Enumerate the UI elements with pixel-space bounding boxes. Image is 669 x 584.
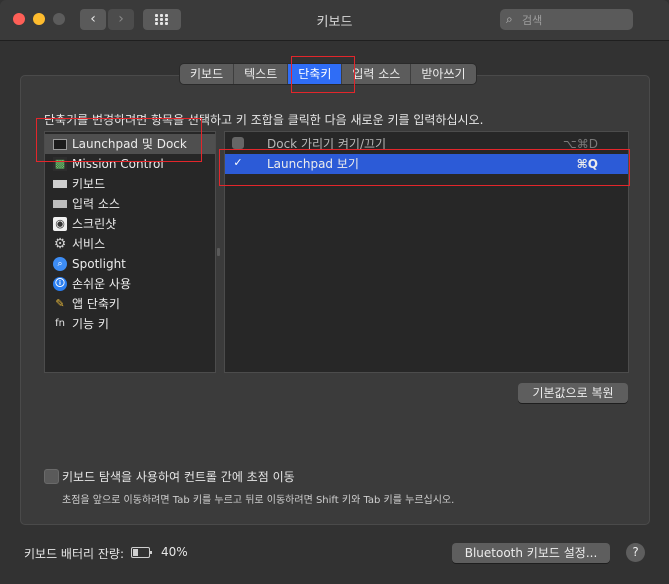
mission-control-icon: ▩: [53, 157, 67, 171]
category-accessibility[interactable]: 🛈 손쉬운 사용: [45, 274, 215, 294]
accessibility-icon: 🛈: [53, 277, 67, 291]
tab-bar: 키보드 텍스트 단축키 입력 소스 받아쓰기: [180, 64, 476, 84]
category-label: 앱 단축키: [72, 297, 120, 311]
category-label: 기능 키: [72, 317, 109, 331]
keyboard-icon: [53, 180, 67, 188]
battery-icon: [131, 547, 152, 558]
shortcut-row-launchpad[interactable]: ✓ Launchpad 보기 ⌘Q: [225, 154, 628, 174]
category-label: 스크린샷: [72, 217, 117, 231]
category-mission-control[interactable]: ▩ Mission Control: [45, 154, 215, 174]
function-key-icon: fn: [55, 318, 65, 329]
split-view-handle[interactable]: [217, 248, 220, 256]
screenshot-icon: ◉: [53, 217, 67, 231]
category-label: 키보드: [72, 177, 106, 191]
checkmark-icon[interactable]: ✓: [232, 157, 244, 169]
tab-shortcuts[interactable]: 단축키: [288, 64, 343, 84]
category-function-keys[interactable]: fn 기능 키: [45, 314, 215, 334]
battery-percent: 40%: [161, 545, 188, 559]
category-screenshots[interactable]: ◉ 스크린샷: [45, 214, 215, 234]
category-launchpad-dock[interactable]: Launchpad 및 Dock: [45, 134, 215, 154]
shortcut-list[interactable]: Dock 가리기 켜기/끄기 ⌥⌘D ✓ Launchpad 보기 ⌘Q: [224, 131, 629, 373]
battery-status: 키보드 배터리 잔량: 40%: [24, 545, 188, 562]
tab-text[interactable]: 텍스트: [234, 64, 289, 84]
shortcut-key[interactable]: ⌘Q: [577, 154, 598, 174]
services-gear-icon: ⚙: [53, 236, 67, 252]
title-bar: ‹ › 키보드 ⌕: [0, 0, 669, 41]
shortcut-row-dock-hiding[interactable]: Dock 가리기 켜기/끄기 ⌥⌘D: [225, 134, 628, 154]
category-services[interactable]: ⚙ 서비스: [45, 234, 215, 254]
bluetooth-keyboard-setup-button[interactable]: Bluetooth 키보드 설정...: [452, 543, 610, 563]
shortcut-key[interactable]: ⌥⌘D: [563, 134, 598, 154]
launchpad-icon: [53, 139, 67, 150]
app-shortcuts-icon: ✎: [55, 297, 65, 310]
category-label: 서비스: [72, 237, 106, 251]
keyboard-navigation-checkbox[interactable]: [44, 469, 59, 484]
category-app-shortcuts[interactable]: ✎ 앱 단축키: [45, 294, 215, 314]
category-list[interactable]: Launchpad 및 Dock ▩ Mission Control 키보드 입…: [44, 131, 216, 373]
category-label: Mission Control: [72, 157, 164, 171]
category-spotlight[interactable]: ⌕ Spotlight: [45, 254, 215, 274]
tab-dictation[interactable]: 받아쓰기: [411, 64, 475, 84]
preferences-window: ‹ › 키보드 ⌕ 키보드 텍스트 단축키 입력 소스 받아쓰기 단축키를 변경…: [0, 0, 669, 584]
category-label: 손쉬운 사용: [72, 277, 132, 291]
input-source-icon: [53, 200, 67, 208]
shortcut-label: Launchpad 보기: [267, 157, 359, 171]
keyboard-navigation-label: 키보드 탐색을 사용하여 컨트롤 간에 초점 이동: [62, 470, 295, 484]
battery-label: 키보드 배터리 잔량:: [24, 547, 124, 561]
search-icon: ⌕: [506, 12, 513, 26]
category-label: 입력 소스: [72, 197, 120, 211]
shortcut-label: Dock 가리기 켜기/끄기: [267, 137, 387, 151]
search-input[interactable]: [520, 11, 632, 30]
restore-defaults-button[interactable]: 기본값으로 복원: [518, 383, 628, 403]
tab-keyboard[interactable]: 키보드: [180, 64, 235, 84]
category-input-sources[interactable]: 입력 소스: [45, 194, 215, 214]
category-label: Spotlight: [72, 257, 126, 271]
instruction-text: 단축키를 변경하려면 항목을 선택하고 키 조합을 클릭한 다음 새로운 키를 …: [44, 113, 484, 127]
search-field[interactable]: ⌕: [500, 9, 633, 30]
category-keyboard[interactable]: 키보드: [45, 174, 215, 194]
keyboard-navigation-hint: 초점을 앞으로 이동하려면 Tab 키를 누르고 뒤로 이동하려면 Shift …: [62, 495, 455, 506]
spotlight-icon: ⌕: [53, 257, 67, 271]
tab-input-sources[interactable]: 입력 소스: [342, 64, 412, 84]
shortcut-checkbox[interactable]: [232, 137, 244, 149]
category-label: Launchpad 및 Dock: [72, 137, 187, 151]
help-button[interactable]: ?: [626, 543, 645, 562]
